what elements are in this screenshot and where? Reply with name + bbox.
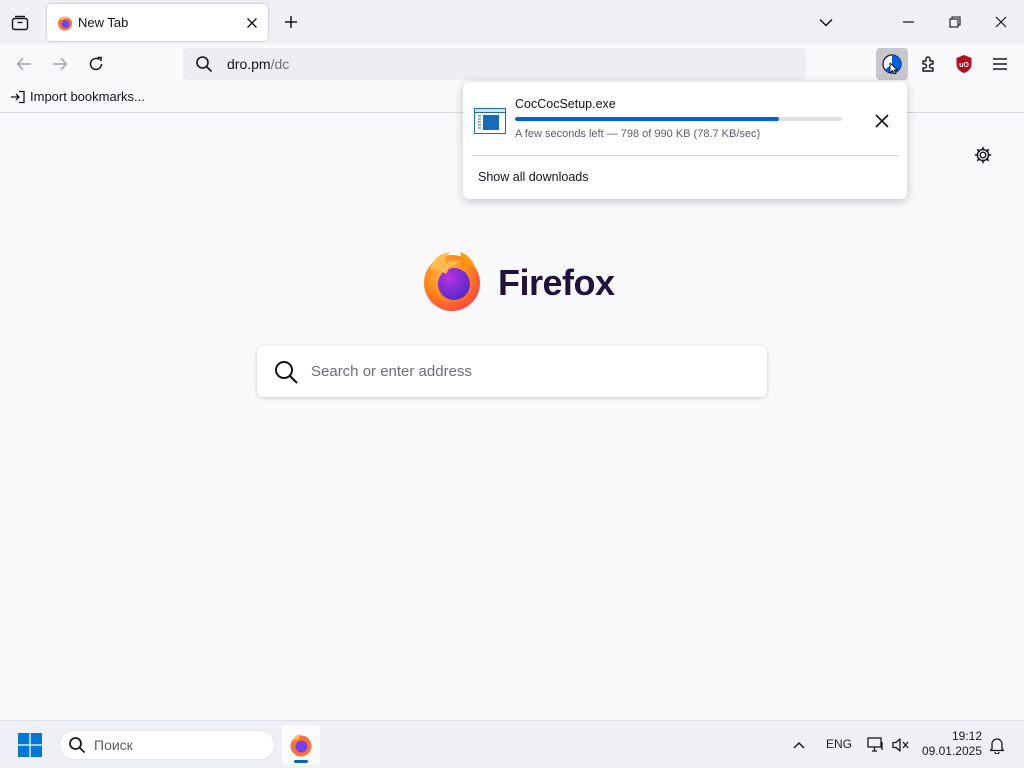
forward-button[interactable] bbox=[46, 50, 74, 78]
download-progress-fill bbox=[515, 117, 779, 121]
search-icon bbox=[195, 55, 213, 73]
taskbar-search-label: Поиск bbox=[94, 737, 133, 753]
tab-title: New Tab bbox=[78, 15, 129, 30]
download-status: A few seconds left — 798 of 990 KB (78.7… bbox=[515, 128, 761, 140]
url-path: /dc bbox=[270, 56, 290, 72]
gear-icon bbox=[974, 146, 992, 164]
taskbar-clock[interactable]: 19:12 09.01.2025 bbox=[918, 729, 982, 759]
close-icon bbox=[875, 114, 889, 128]
bell-icon bbox=[989, 738, 1005, 754]
download-item[interactable]: CocCocSetup.exe A few seconds left — 798… bbox=[471, 90, 899, 154]
firefox-icon bbox=[290, 734, 312, 757]
list-all-tabs-button[interactable] bbox=[812, 8, 840, 36]
personalize-settings-button[interactable] bbox=[970, 142, 996, 168]
reload-button[interactable] bbox=[82, 50, 110, 78]
windows-logo-icon bbox=[18, 733, 42, 757]
executable-file-icon bbox=[474, 108, 506, 134]
firefox-icon bbox=[57, 15, 73, 31]
minimize-button[interactable] bbox=[886, 0, 932, 44]
restore-icon bbox=[949, 16, 961, 28]
tab-new-tab[interactable]: New Tab bbox=[47, 4, 268, 41]
forward-arrow-icon bbox=[53, 57, 68, 71]
cancel-download-button[interactable] bbox=[871, 110, 893, 132]
firefox-logo-icon bbox=[420, 248, 484, 317]
search-icon bbox=[273, 359, 299, 385]
newtab-search-input[interactable] bbox=[311, 363, 731, 380]
address-bar[interactable]: dro.pm/dc bbox=[183, 48, 806, 80]
search-icon bbox=[68, 736, 86, 754]
new-tab-button[interactable] bbox=[278, 9, 304, 35]
navigation-toolbar: dro.pm/dc uO bbox=[0, 44, 1024, 84]
chevron-down-icon bbox=[819, 18, 833, 27]
tab-close-icon[interactable] bbox=[240, 11, 264, 35]
close-icon bbox=[995, 16, 1007, 28]
new-tab-page: Firefox bbox=[0, 114, 1024, 720]
download-filename: CocCocSetup.exe bbox=[515, 97, 616, 111]
import-bookmarks-label: Import bookmarks... bbox=[30, 89, 145, 104]
back-arrow-icon bbox=[16, 57, 31, 71]
ublock-shield-icon: uO bbox=[956, 55, 972, 73]
taskbar-search[interactable]: Поиск bbox=[59, 730, 275, 760]
taskbar: Поиск ENG 19:12 09.01.2025 bbox=[0, 720, 1024, 768]
clock-time: 19:12 bbox=[951, 729, 982, 743]
close-window-button[interactable] bbox=[978, 0, 1024, 44]
reload-icon bbox=[89, 56, 103, 71]
plus-icon bbox=[285, 16, 297, 28]
notifications-button[interactable] bbox=[986, 735, 1008, 755]
hamburger-menu-icon bbox=[993, 58, 1007, 70]
clock-date: 09.01.2025 bbox=[921, 744, 982, 758]
tab-strip: New Tab bbox=[0, 0, 1024, 44]
start-button[interactable] bbox=[14, 729, 46, 761]
taskbar-firefox-app[interactable] bbox=[282, 725, 320, 765]
ublock-origin-button[interactable]: uO bbox=[950, 50, 978, 78]
app-menu-button[interactable] bbox=[986, 50, 1014, 78]
tab-list-icon[interactable] bbox=[6, 9, 34, 37]
download-progress-bar bbox=[515, 117, 842, 121]
import-icon bbox=[11, 90, 25, 103]
volume-muted-icon[interactable] bbox=[891, 735, 911, 755]
download-progress-icon bbox=[882, 54, 902, 75]
firefox-wordmark: Firefox bbox=[498, 261, 615, 303]
input-language-indicator[interactable]: ENG bbox=[826, 737, 852, 751]
minimize-icon bbox=[903, 21, 914, 23]
panel-divider bbox=[471, 155, 899, 156]
newtab-search-box[interactable] bbox=[257, 346, 767, 397]
extensions-button[interactable] bbox=[915, 50, 943, 78]
running-indicator bbox=[294, 760, 308, 763]
url-domain: dro.pm bbox=[227, 56, 271, 72]
svg-text:uO: uO bbox=[959, 62, 969, 69]
show-hidden-icons-button[interactable] bbox=[788, 735, 810, 755]
chevron-up-icon bbox=[793, 741, 805, 749]
import-bookmarks-link[interactable]: Import bookmarks... bbox=[10, 89, 145, 104]
network-icon[interactable] bbox=[866, 735, 886, 755]
show-all-downloads-button[interactable]: Show all downloads bbox=[478, 170, 589, 184]
back-button[interactable] bbox=[10, 50, 38, 78]
downloads-button[interactable] bbox=[876, 48, 908, 80]
url-text[interactable]: dro.pm/dc bbox=[227, 56, 289, 72]
restore-button[interactable] bbox=[932, 0, 978, 44]
puzzle-icon bbox=[922, 56, 934, 72]
firefox-logo-wordmark: Firefox bbox=[420, 248, 615, 317]
downloads-panel: CocCocSetup.exe A few seconds left — 798… bbox=[463, 82, 907, 199]
